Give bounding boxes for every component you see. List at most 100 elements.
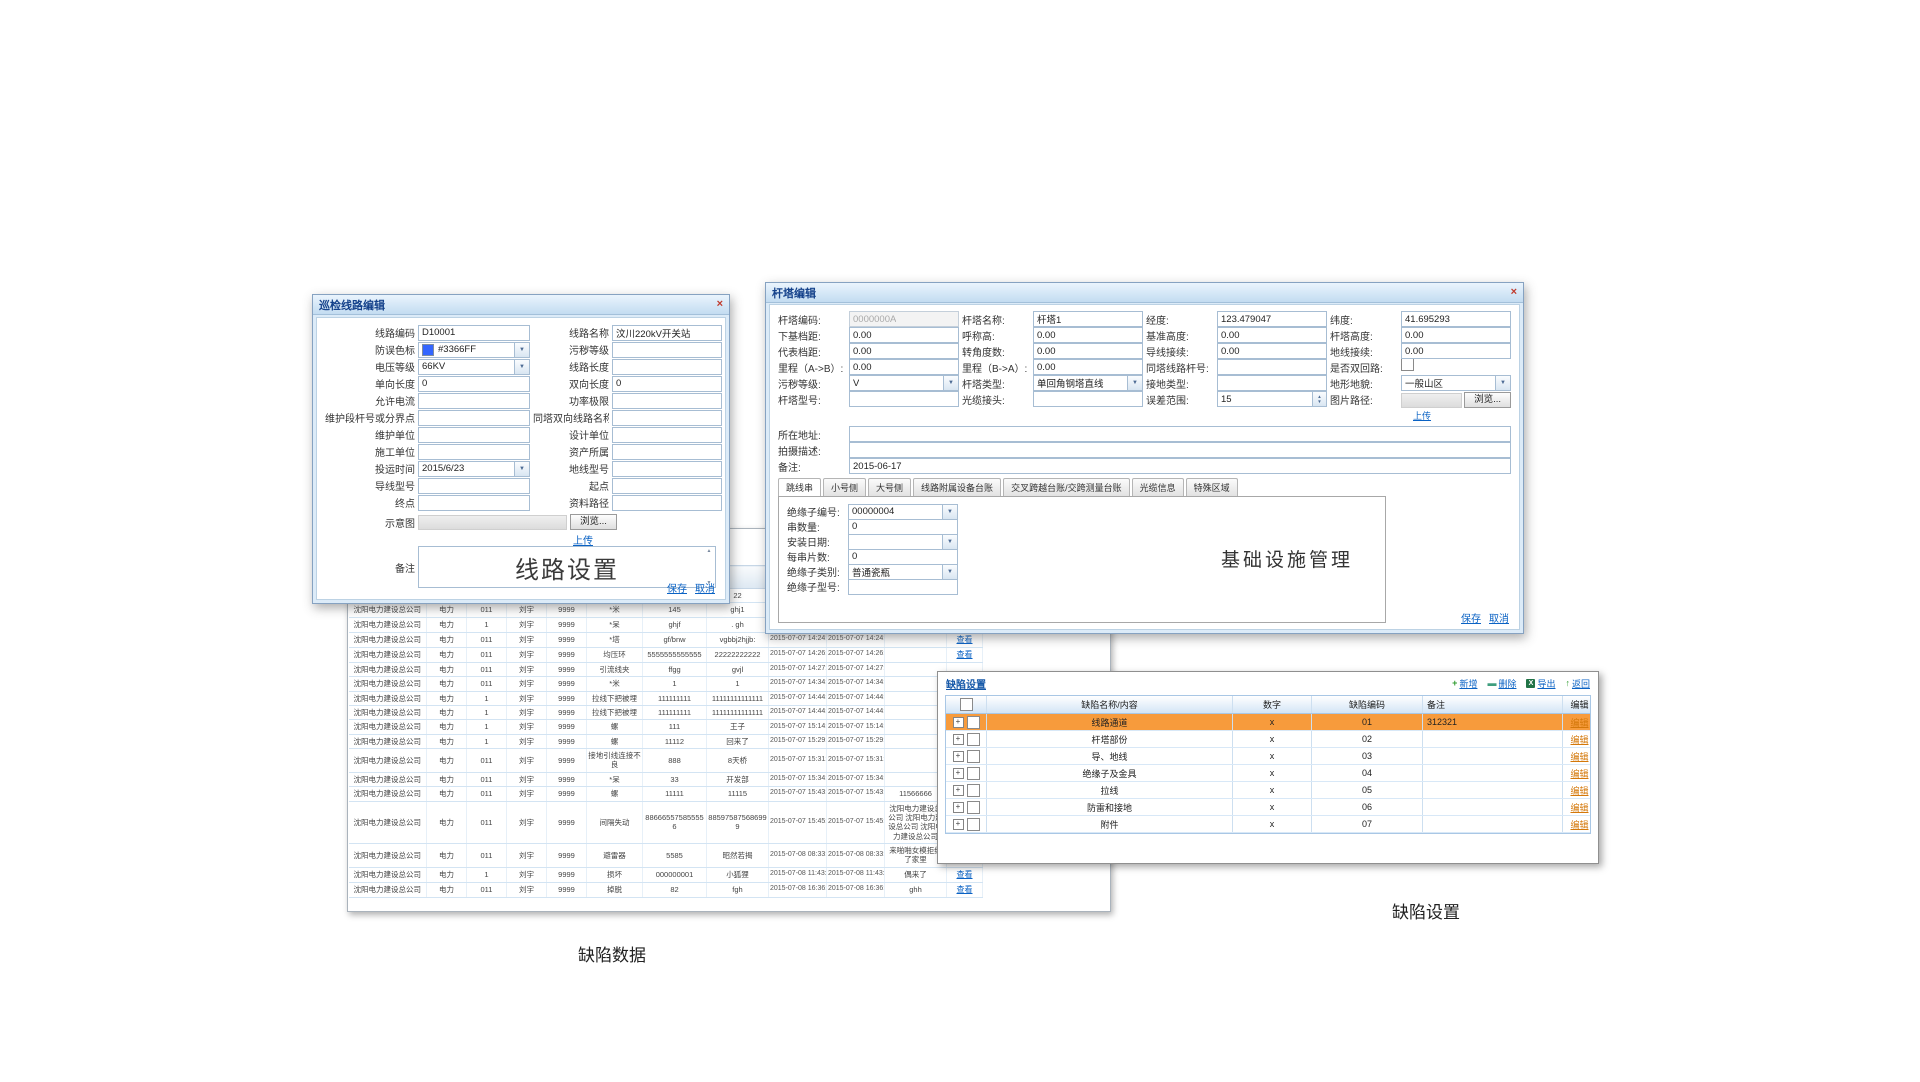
tab-大号侧[interactable]: 大号侧 — [868, 478, 911, 496]
tab-特殊区域[interactable]: 特殊区域 — [1186, 478, 1238, 496]
field-input[interactable]: 0.00 — [1401, 327, 1511, 343]
checkbox-box[interactable] — [1401, 358, 1414, 371]
scroll-up-icon[interactable]: ▲ — [707, 548, 712, 554]
field-input[interactable] — [848, 579, 958, 595]
field-input[interactable]: 2015-06-17 — [849, 458, 1511, 474]
field-input[interactable] — [1217, 359, 1327, 375]
save-button[interactable]: 保存 — [1461, 610, 1481, 625]
save-button[interactable]: 保存 — [667, 580, 687, 595]
edit-link[interactable]: 编辑 — [1570, 784, 1588, 797]
field-input[interactable]: 一般山区▼ — [1401, 375, 1511, 391]
chevron-down-icon[interactable]: ▼ — [514, 343, 529, 357]
expand-icon[interactable]: + — [953, 785, 964, 796]
edit-link[interactable]: 编辑 — [1570, 818, 1588, 831]
field-input[interactable] — [612, 393, 722, 409]
expand-icon[interactable]: + — [953, 734, 964, 745]
field-input[interactable]: 0.00 — [849, 359, 959, 375]
view-link[interactable]: 查看 — [957, 650, 973, 659]
tower-dialog-titlebar[interactable]: 杆塔编辑 × — [766, 283, 1523, 303]
field-input[interactable] — [612, 478, 722, 494]
field-input[interactable]: 123.479047 — [1217, 311, 1327, 327]
browse-button[interactable]: 浏览... — [570, 514, 617, 530]
close-icon[interactable]: × — [1511, 287, 1517, 298]
field-input[interactable] — [418, 495, 530, 511]
field-input[interactable] — [849, 442, 1511, 458]
field-input[interactable]: 0.00 — [849, 327, 959, 343]
field-input[interactable]: 0 — [848, 549, 958, 565]
row-checkbox[interactable] — [967, 784, 980, 797]
chevron-down-icon[interactable]: ▼ — [943, 376, 958, 390]
row-checkbox[interactable] — [967, 767, 980, 780]
field-input[interactable] — [612, 461, 722, 477]
field-input[interactable]: 0.00 — [1217, 343, 1327, 359]
field-input[interactable]: 单回角钢塔直线▼ — [1033, 375, 1143, 391]
edit-link[interactable]: 编辑 — [1570, 801, 1588, 814]
field-input[interactable]: 0.00 — [1033, 343, 1143, 359]
cancel-button[interactable]: 取消 — [695, 580, 715, 595]
field-input[interactable]: 66KV▼ — [418, 359, 530, 375]
field-input[interactable]: 41.695293 — [1401, 311, 1511, 327]
field-input[interactable] — [1217, 375, 1327, 391]
field-input[interactable]: 2015/6/23▼ — [418, 461, 530, 477]
toolbar-link[interactable]: 新增 — [1459, 677, 1477, 690]
field-input[interactable] — [612, 495, 722, 511]
toolbar-item-删除[interactable]: ▬删除 — [1487, 677, 1516, 690]
edit-link[interactable]: 编辑 — [1570, 767, 1588, 780]
edit-link[interactable]: 编辑 — [1570, 733, 1588, 746]
defect-row[interactable]: +杆塔部份x02编辑 — [946, 731, 1590, 748]
field-input[interactable]: 0 — [848, 519, 958, 535]
field-input[interactable] — [612, 427, 722, 443]
upload-link[interactable]: 上传 — [1413, 409, 1431, 422]
row-checkbox[interactable] — [967, 818, 980, 831]
field-input[interactable]: 0 — [612, 376, 722, 392]
tab-光缆信息[interactable]: 光缆信息 — [1132, 478, 1184, 496]
edit-link[interactable]: 编辑 — [1570, 716, 1588, 729]
field-input[interactable]: V▼ — [849, 375, 959, 391]
field-input[interactable]: 汶川220kV开关站 — [612, 325, 722, 341]
field-input[interactable] — [1033, 391, 1143, 407]
field-input[interactable] — [612, 410, 722, 426]
line-dialog-titlebar[interactable]: 巡检线路编辑 × — [313, 295, 729, 315]
spinner-icons[interactable]: ▲▼ — [1312, 392, 1326, 406]
field-input[interactable]: 普通瓷瓶▼ — [848, 564, 958, 580]
expand-icon[interactable]: + — [953, 751, 964, 762]
defect-row[interactable]: +线路通道x01312321编辑 — [946, 714, 1590, 731]
toolbar-link[interactable]: 删除 — [1498, 677, 1516, 690]
field-input[interactable] — [418, 478, 530, 494]
field-input[interactable]: 0.00 — [1033, 327, 1143, 343]
view-link[interactable]: 查看 — [957, 885, 973, 894]
tab-交叉跨越台账/交跨测量台账[interactable]: 交叉跨越台账/交跨测量台账 — [1003, 478, 1130, 496]
select-all-checkbox[interactable] — [960, 698, 973, 711]
field-input[interactable] — [418, 393, 530, 409]
chevron-down-icon[interactable]: ▼ — [514, 360, 529, 374]
browse-button[interactable]: 浏览... — [1464, 392, 1511, 408]
chevron-down-icon[interactable]: ▼ — [942, 505, 957, 519]
row-checkbox[interactable] — [967, 716, 980, 729]
toolbar-item-导出[interactable]: X导出 — [1526, 677, 1555, 690]
field-input[interactable] — [418, 410, 530, 426]
chevron-down-icon[interactable]: ▼ — [942, 565, 957, 579]
row-checkbox[interactable] — [967, 750, 980, 763]
toolbar-item-新增[interactable]: +新增 — [1452, 677, 1477, 690]
field-input[interactable]: D10001 — [418, 325, 530, 341]
expand-icon[interactable]: + — [953, 819, 964, 830]
field-input[interactable]: 0.00 — [849, 343, 959, 359]
field-input[interactable]: 15▲▼ — [1217, 391, 1327, 407]
checkbox[interactable] — [1401, 358, 1511, 376]
field-input[interactable]: ▼ — [848, 534, 958, 550]
expand-icon[interactable]: + — [953, 802, 964, 813]
chevron-down-icon[interactable]: ▼ — [1127, 376, 1142, 390]
defect-row[interactable]: +导、地线x03编辑 — [946, 748, 1590, 765]
field-input[interactable]: 杆塔1 — [1033, 311, 1143, 327]
field-input[interactable] — [849, 391, 959, 407]
field-input[interactable] — [612, 444, 722, 460]
field-input[interactable]: 00000004▼ — [848, 504, 958, 520]
chevron-down-icon[interactable]: ▼ — [942, 535, 957, 549]
defect-row[interactable]: +绝缘子及金具x04编辑 — [946, 765, 1590, 782]
spinner-down-icon[interactable]: ▼ — [1317, 399, 1321, 404]
field-input[interactable]: 0.00 — [1033, 359, 1143, 375]
chevron-down-icon[interactable]: ▼ — [1495, 376, 1510, 390]
field-input[interactable]: 0 — [418, 376, 530, 392]
row-checkbox[interactable] — [967, 733, 980, 746]
defect-row[interactable]: +防雷和接地x06编辑 — [946, 799, 1590, 816]
